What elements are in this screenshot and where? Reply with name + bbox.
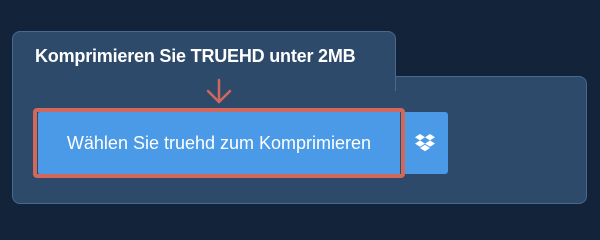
dropbox-button[interactable] [402, 112, 448, 174]
choose-file-button[interactable]: Wählen Sie truehd zum Komprimieren [38, 112, 400, 174]
arrow-down-icon [206, 78, 232, 104]
dropbox-icon [415, 134, 435, 152]
card-title: Komprimieren Sie TRUEHD unter 2MB [35, 46, 356, 66]
